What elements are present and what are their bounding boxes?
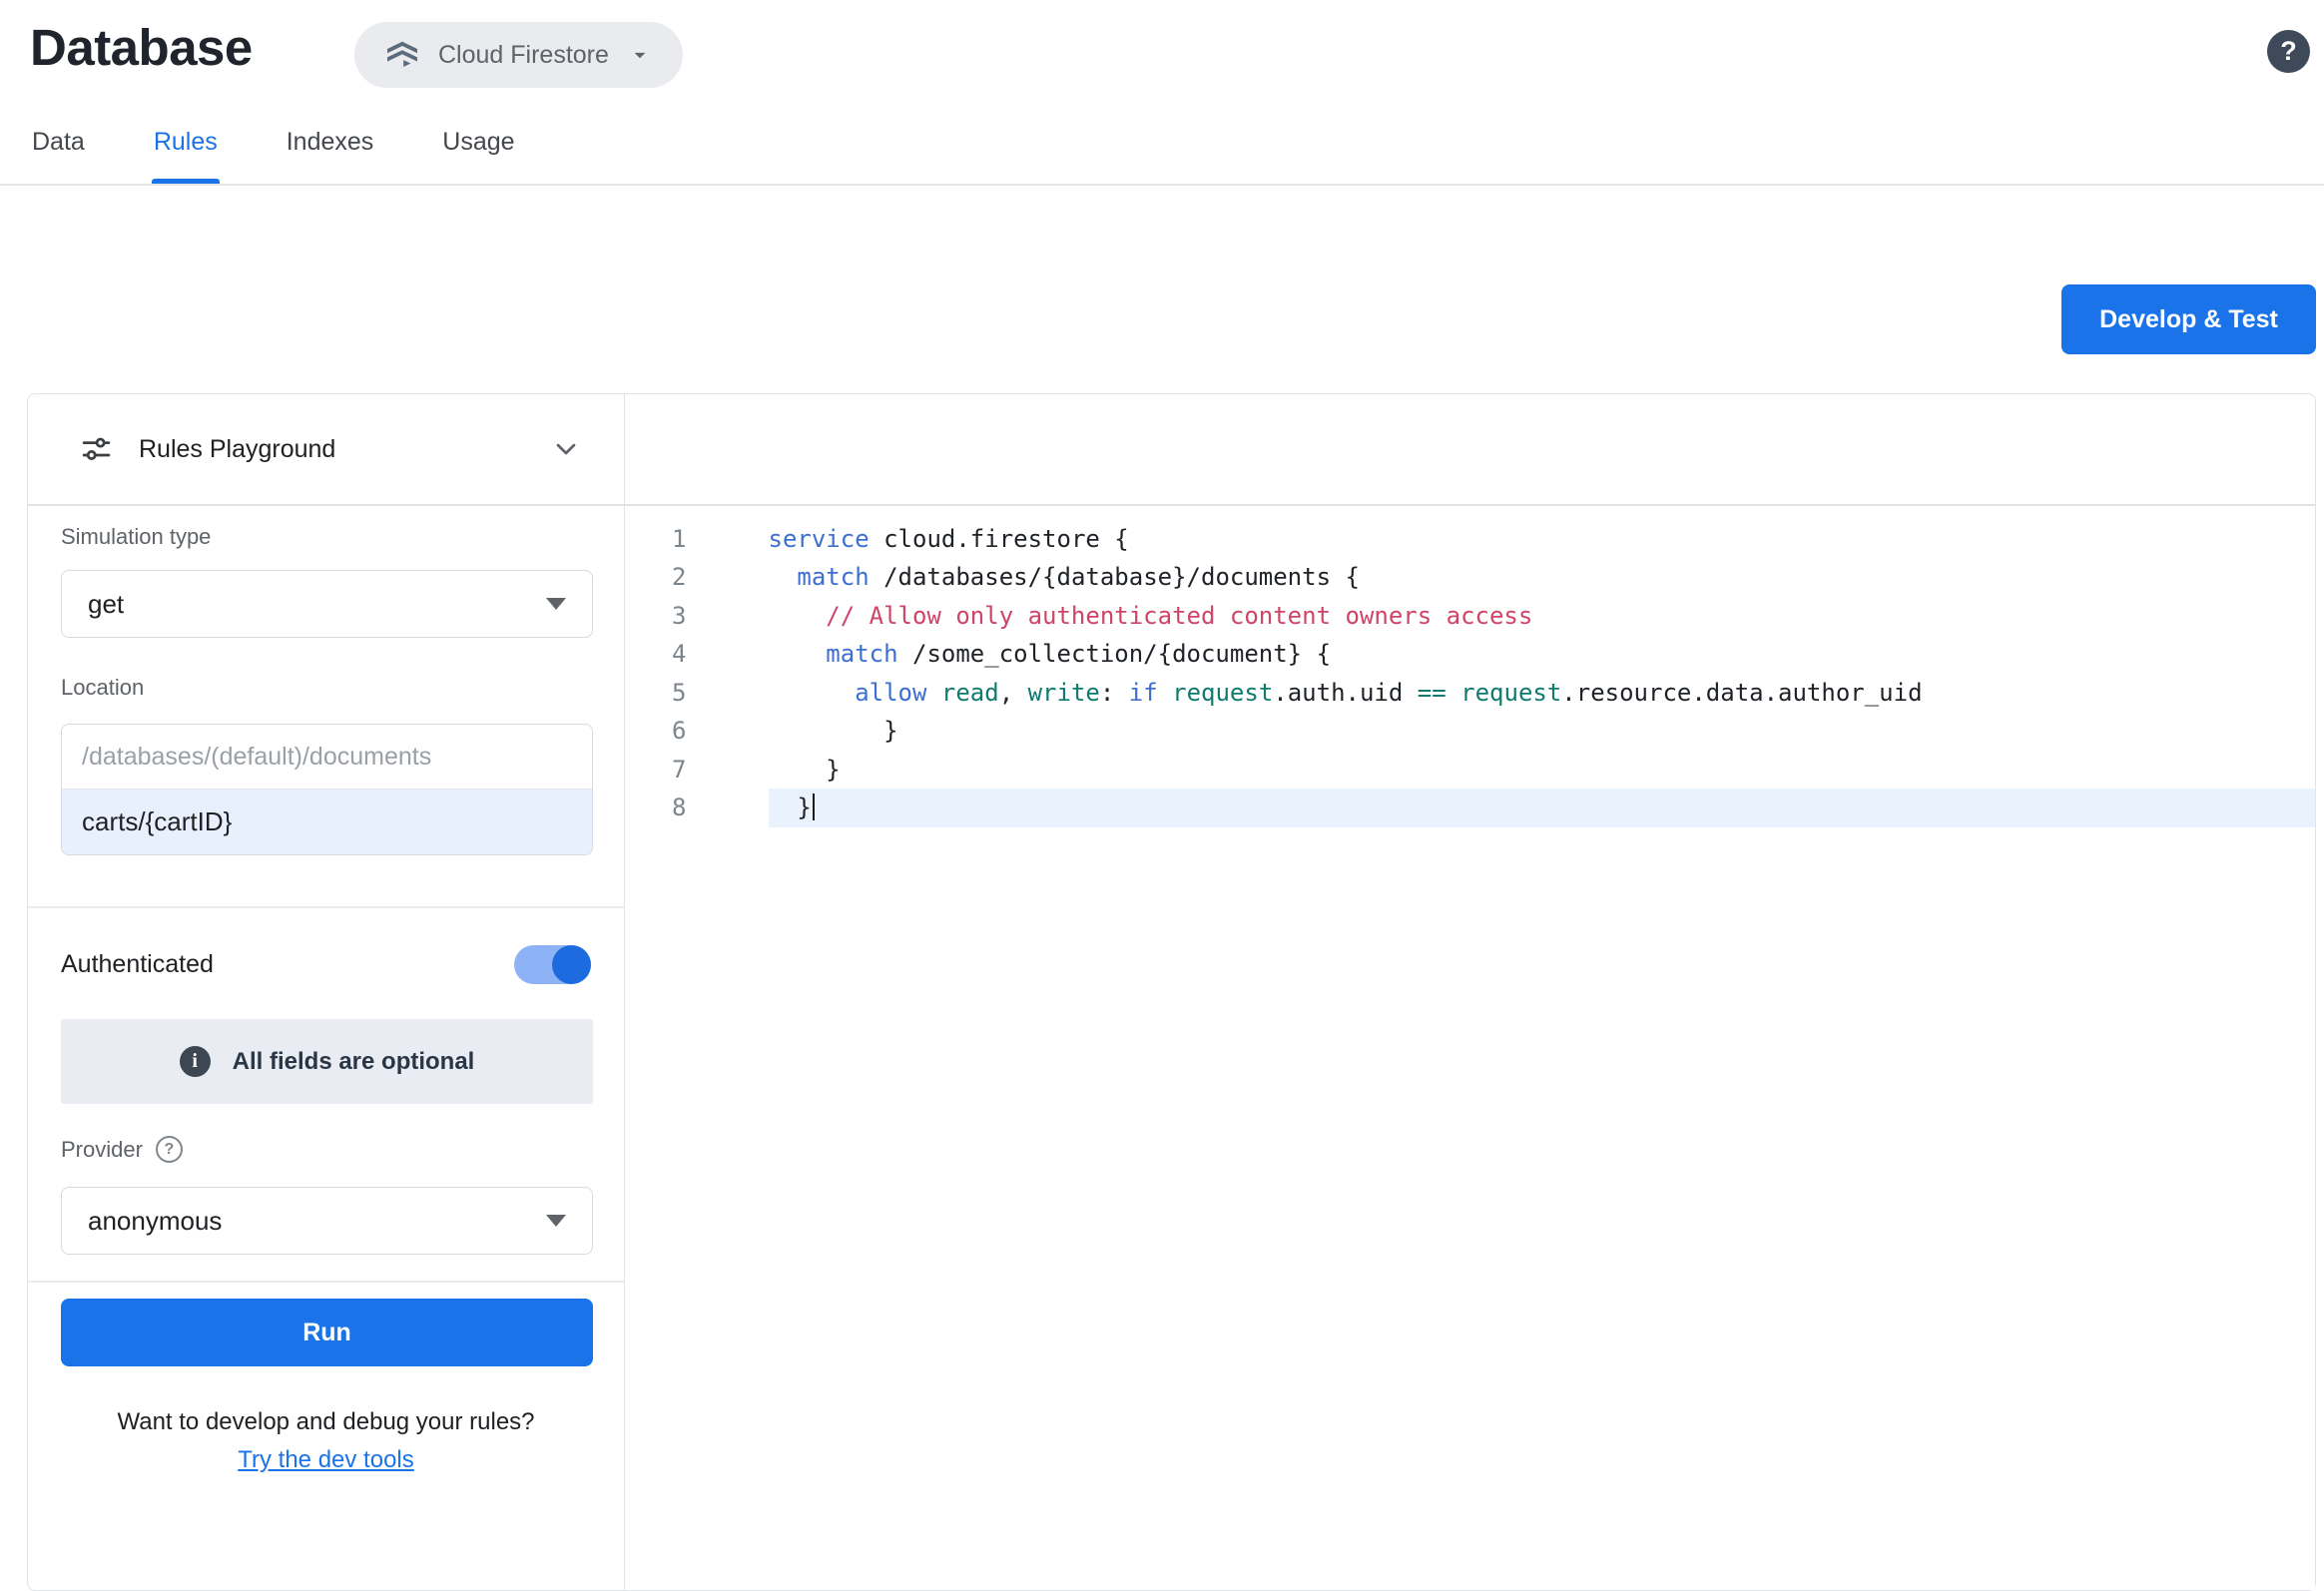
code-lines: 1service cloud.firestore {2 match /datab… [627, 520, 2316, 827]
rules-code-editor[interactable]: 1service cloud.firestore {2 match /datab… [627, 506, 2316, 1591]
location-input[interactable]: carts/{cartID} [62, 790, 592, 854]
provider-label: Provider [61, 1137, 143, 1163]
tab-bar: Data Rules Indexes Usage [30, 128, 517, 184]
chevron-down-icon [627, 42, 653, 68]
line-number: 7 [627, 751, 769, 790]
line-number: 2 [627, 558, 769, 597]
code-text: } [769, 789, 2316, 827]
rules-card: Rules Playground Simulation type get Loc… [27, 393, 2316, 1591]
simulation-type-value: get [88, 589, 124, 620]
dev-tools-link[interactable]: Try the dev tools [28, 1446, 624, 1474]
code-line-7[interactable]: 7 } [627, 751, 2316, 790]
chevron-down-icon [550, 433, 582, 465]
code-text: // Allow only authenticated content owne… [769, 597, 2316, 636]
page-title: Database [30, 18, 253, 77]
line-number: 1 [627, 520, 769, 559]
code-line-2[interactable]: 2 match /databases/{database}/documents … [627, 558, 2316, 597]
tune-icon [80, 433, 113, 466]
provider-label-row: Provider ? [61, 1136, 183, 1163]
product-selector-label: Cloud Firestore [438, 41, 609, 70]
provider-help-icon[interactable]: ? [156, 1136, 183, 1163]
tab-data[interactable]: Data [30, 128, 87, 184]
develop-test-button[interactable]: Develop & Test [2061, 284, 2316, 354]
authenticated-toggle[interactable] [514, 945, 591, 984]
firestore-icon [384, 37, 420, 73]
playground-collapse-header[interactable]: Rules Playground [28, 394, 624, 504]
playground-title: Rules Playground [139, 435, 550, 464]
simulation-type-label: Simulation type [61, 524, 211, 550]
code-line-3[interactable]: 3 // Allow only authenticated content ow… [627, 597, 2316, 636]
code-text: } [769, 751, 2316, 790]
tab-usage[interactable]: Usage [440, 128, 516, 184]
line-number: 5 [627, 674, 769, 713]
line-number: 6 [627, 712, 769, 751]
line-number: 3 [627, 597, 769, 636]
code-text: service cloud.firestore { [769, 520, 2316, 559]
code-line-6[interactable]: 6 } [627, 712, 2316, 751]
dropdown-caret-icon [546, 1215, 566, 1227]
provider-value: anonymous [88, 1206, 222, 1237]
toggle-thumb [552, 945, 591, 984]
location-input-group[interactable]: /databases/(default)/documents carts/{ca… [61, 724, 593, 855]
line-number: 8 [627, 789, 769, 827]
info-banner-text: All fields are optional [233, 1048, 475, 1076]
code-line-5[interactable]: 5 allow read, write: if request.auth.uid… [627, 674, 2316, 713]
run-button[interactable]: Run [61, 1299, 593, 1366]
tab-bar-divider [0, 184, 2324, 186]
code-line-8[interactable]: 8 } [627, 789, 2316, 827]
code-text: match /databases/{database}/documents { [769, 558, 2316, 597]
code-text: allow read, write: if request.auth.uid =… [769, 674, 2316, 713]
line-number: 4 [627, 635, 769, 674]
authenticated-label: Authenticated [61, 950, 214, 979]
product-selector[interactable]: Cloud Firestore [354, 22, 683, 88]
panel-divider [28, 1281, 624, 1283]
info-banner: i All fields are optional [61, 1019, 593, 1104]
location-label: Location [61, 675, 144, 701]
code-text: } [769, 712, 2316, 751]
info-icon: i [180, 1046, 211, 1077]
help-button[interactable]: ? [2267, 30, 2310, 73]
rules-playground-panel: Rules Playground Simulation type get Loc… [28, 394, 625, 1590]
dropdown-caret-icon [546, 598, 566, 610]
code-line-1[interactable]: 1service cloud.firestore { [627, 520, 2316, 559]
code-text: match /some_collection/{document} { [769, 635, 2316, 674]
text-cursor [813, 794, 816, 820]
panel-divider [28, 906, 624, 908]
tab-indexes[interactable]: Indexes [285, 128, 376, 184]
tab-rules[interactable]: Rules [152, 128, 220, 184]
dev-tools-question: Want to develop and debug your rules? [28, 1408, 624, 1436]
code-line-4[interactable]: 4 match /some_collection/{document} { [627, 635, 2316, 674]
simulation-type-select[interactable]: get [61, 570, 593, 638]
provider-select[interactable]: anonymous [61, 1187, 593, 1255]
location-prefix-placeholder: /databases/(default)/documents [62, 725, 592, 790]
